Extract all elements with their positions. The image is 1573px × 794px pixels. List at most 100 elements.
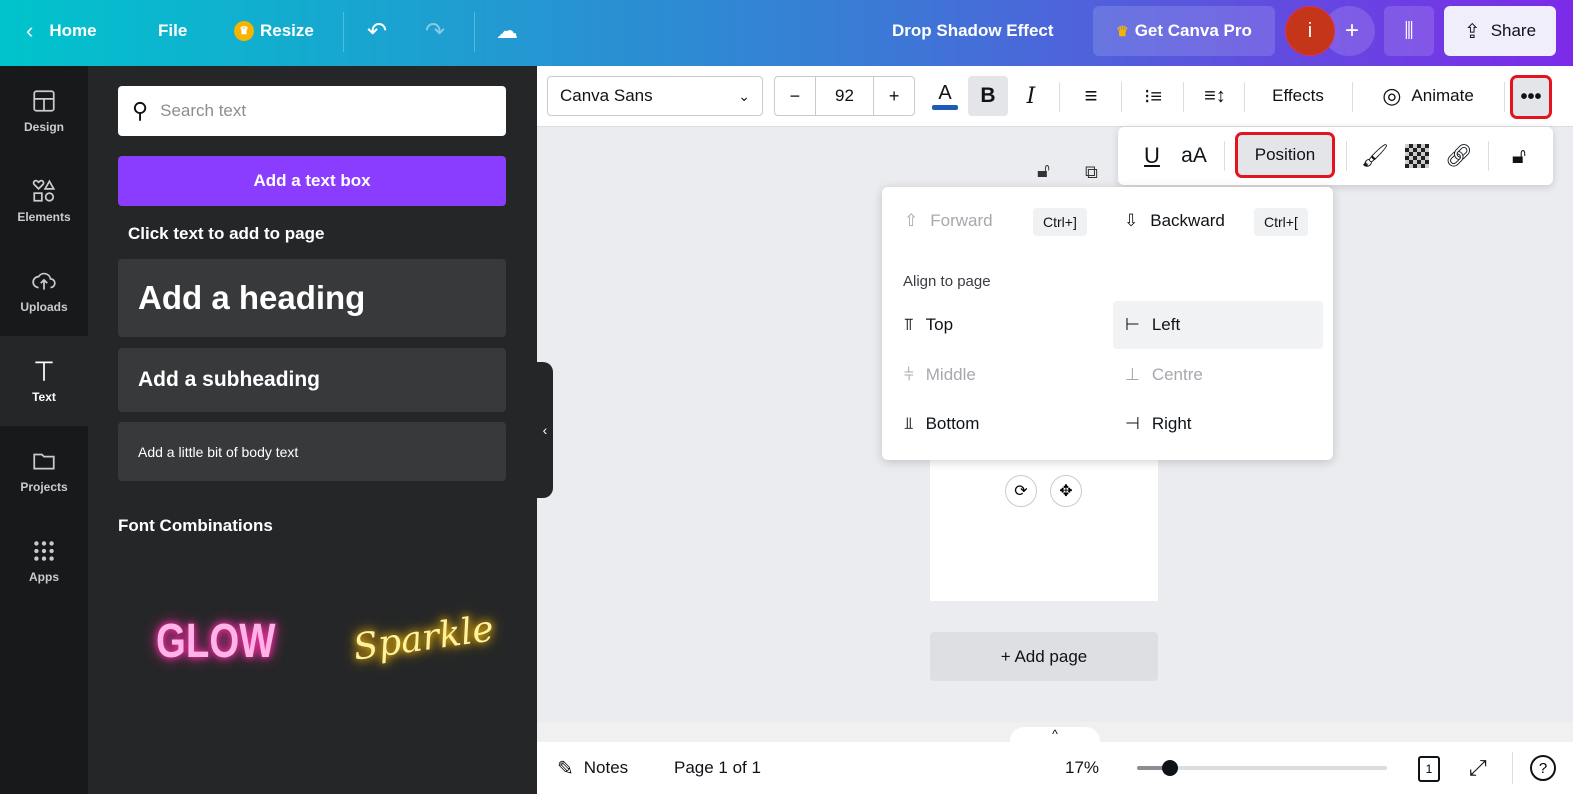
effects-button[interactable]: Effects: [1259, 76, 1337, 116]
rail-item-uploads[interactable]: Uploads: [0, 246, 88, 336]
position-button[interactable]: Position: [1235, 132, 1335, 178]
divider: [1488, 141, 1489, 171]
crown-icon: ♛: [1116, 22, 1129, 39]
send-backward-icon: ⇩: [1124, 211, 1139, 230]
align-left-item[interactable]: ⊢ Left: [1113, 301, 1323, 349]
share-label: Share: [1490, 21, 1537, 40]
animate-button[interactable]: ◎ Animate: [1365, 76, 1491, 116]
file-menu[interactable]: File: [158, 0, 187, 62]
chevron-left-icon: ‹: [26, 18, 34, 43]
side-rail: Design Elements Uploads Text Projects Ap…: [0, 66, 88, 794]
align-right-item[interactable]: ⊣ Right: [1125, 400, 1192, 448]
rotate-handle-icon[interactable]: ⟳: [1005, 475, 1037, 507]
color-swatch: [932, 105, 958, 110]
paint-roller-icon[interactable]: 🖌︎: [1358, 136, 1392, 176]
design-title[interactable]: Drop Shadow Effect: [892, 0, 1054, 62]
move-handle-icon[interactable]: ✥: [1050, 475, 1082, 507]
rail-item-text[interactable]: Text: [0, 336, 88, 426]
rail-item-design[interactable]: Design: [0, 66, 88, 156]
page-indicator: Page 1 of 1: [674, 758, 761, 777]
increase-size-button[interactable]: +: [874, 86, 914, 107]
cloud-saved-icon[interactable]: ☁: [496, 0, 518, 62]
align-middle-item[interactable]: ⫩ Middle: [882, 351, 976, 399]
sparkle-combo[interactable]: Sparkle: [351, 608, 496, 668]
link-icon[interactable]: 🔗︎: [1442, 136, 1476, 176]
font-size-stepper: − 92 +: [774, 76, 915, 116]
undo-icon[interactable]: ↶: [367, 0, 387, 62]
align-center-icon[interactable]: ≡: [1071, 76, 1111, 116]
bold-button[interactable]: B: [968, 76, 1008, 116]
left-label: Left: [1151, 315, 1181, 334]
home-label: Home: [49, 21, 97, 40]
divider: [1224, 141, 1225, 171]
align-bottom-item[interactable]: ⫫ Bottom: [882, 400, 979, 448]
crown-icon: ♛: [234, 21, 254, 41]
text-color-button[interactable]: A: [927, 76, 963, 116]
home-button[interactable]: ‹ Home: [26, 0, 97, 62]
bottom-label: Bottom: [925, 414, 980, 433]
lock-icon[interactable]: 🔓︎: [1502, 136, 1536, 176]
align-centre-item[interactable]: ⊥ Centre: [1125, 351, 1203, 399]
search-icon: ⚲: [132, 98, 149, 123]
cloud-upload-icon: [32, 272, 56, 290]
add-heading[interactable]: Add a heading: [118, 259, 506, 337]
lock-page-icon[interactable]: 🔓︎: [1037, 160, 1050, 183]
search-placeholder: Search text: [160, 101, 247, 120]
chevron-down-icon: ⌄: [738, 87, 750, 104]
fullscreen-icon[interactable]: ⤢: [1469, 742, 1487, 794]
share-button[interactable]: ⇪ Share: [1444, 6, 1556, 56]
add-subheading[interactable]: Add a subheading: [118, 348, 506, 412]
page-grid-button[interactable]: 1: [1418, 756, 1440, 782]
middle-label: Middle: [925, 365, 976, 384]
add-page-button[interactable]: + Add page: [930, 632, 1158, 681]
layout-icon: [33, 90, 55, 112]
get-pro-label: Get Canva Pro: [1134, 21, 1252, 40]
letter-case-button[interactable]: aA: [1178, 136, 1210, 176]
divider: [1244, 82, 1245, 112]
search-input[interactable]: ⚲ Search text: [118, 86, 506, 136]
rail-item-projects[interactable]: Projects: [0, 426, 88, 516]
font-size-input[interactable]: 92: [814, 77, 875, 115]
font-family-select[interactable]: Canva Sans ⌄: [547, 76, 763, 116]
rail-item-apps[interactable]: Apps: [0, 516, 88, 606]
help-icon[interactable]: ?: [1530, 755, 1556, 781]
text-panel: ⚲ Search text Add a text box Click text t…: [88, 66, 553, 794]
divider: [1059, 82, 1060, 112]
notes-icon: ✎: [557, 757, 574, 780]
forward-item[interactable]: ⇧ Forward: [882, 197, 993, 245]
add-text-box-button[interactable]: Add a text box: [118, 156, 506, 206]
duplicate-page-icon[interactable]: ⧉: [1085, 162, 1098, 183]
backward-shortcut: Ctrl+[: [1254, 208, 1308, 236]
align-left-icon: ⊢: [1125, 315, 1140, 334]
transparency-icon[interactable]: [1402, 136, 1432, 176]
resize-button[interactable]: ♛ Resize: [234, 0, 314, 62]
align-bottom-icon: ⫫: [904, 414, 914, 433]
rail-label: Apps: [29, 570, 59, 584]
more-options-button[interactable]: •••: [1510, 75, 1552, 119]
bottom-bar: ✎ Notes Page 1 of 1 17% 1 ⤢ ?: [537, 742, 1573, 794]
backward-item[interactable]: ⇩ Backward: [1102, 197, 1225, 245]
zoom-level[interactable]: 17%: [1065, 742, 1099, 794]
zoom-slider-handle[interactable]: [1161, 760, 1178, 776]
list-icon[interactable]: ⁝≡: [1133, 76, 1173, 116]
decrease-size-button[interactable]: −: [775, 86, 815, 107]
rail-item-elements[interactable]: Elements: [0, 156, 88, 246]
underline-button[interactable]: U: [1138, 136, 1166, 176]
align-top-item[interactable]: ⫪ Top: [882, 301, 1102, 349]
font-combinations-title: Font Combinations: [118, 516, 273, 535]
add-body-text[interactable]: Add a little bit of body text: [118, 422, 506, 481]
spacing-icon[interactable]: ≡↕: [1195, 76, 1235, 116]
divider: [474, 12, 475, 52]
zoom-slider[interactable]: [1137, 760, 1387, 776]
notes-button[interactable]: ✎ Notes: [557, 742, 628, 794]
insights-icon[interactable]: ⫼: [1384, 6, 1434, 56]
italic-button[interactable]: I: [1011, 76, 1051, 116]
divider: [1504, 82, 1505, 112]
avatar[interactable]: i: [1285, 6, 1335, 56]
bring-forward-icon: ⇧: [904, 211, 919, 230]
collapse-panel-handle[interactable]: ‹: [537, 362, 553, 498]
redo-icon[interactable]: ↷: [425, 0, 445, 62]
get-pro-button[interactable]: ♛ Get Canva Pro: [1093, 6, 1275, 56]
glow-combo[interactable]: GLOW: [156, 614, 275, 669]
divider: [1183, 82, 1184, 112]
